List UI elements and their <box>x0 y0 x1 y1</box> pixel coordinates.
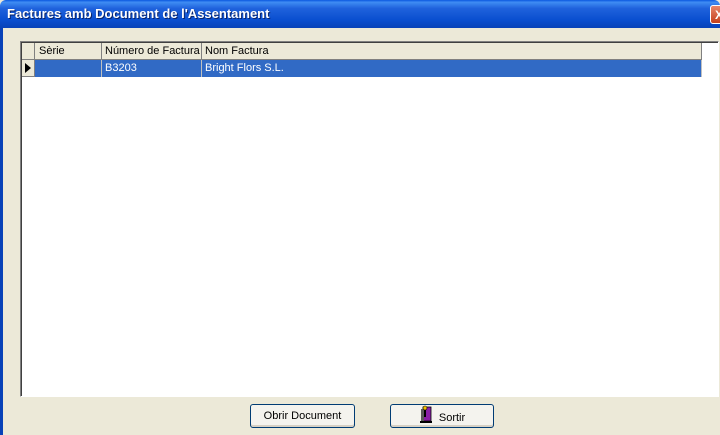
current-row-arrow-icon <box>25 63 31 73</box>
close-button[interactable]: X <box>710 5 720 24</box>
grid-body: Sèrie Número de Factura Nom Factura B320… <box>21 42 718 396</box>
open-document-button[interactable]: Obrir Document <box>250 404 355 428</box>
window-title: Factures amb Document de l'Assentament <box>7 6 270 21</box>
cell-numero-factura[interactable]: B3203 <box>102 60 202 77</box>
close-icon: X <box>715 8 720 22</box>
title-bar[interactable]: Factures amb Document de l'Assentament X <box>0 0 720 28</box>
invoice-grid[interactable]: Sèrie Número de Factura Nom Factura B320… <box>20 41 719 397</box>
exit-button[interactable]: Sortir <box>390 404 494 428</box>
invoice-dialog: Factures amb Document de l'Assentament X… <box>0 0 720 435</box>
column-header-serie[interactable]: Sèrie <box>35 43 102 60</box>
column-header-nom-factura[interactable]: Nom Factura <box>202 43 702 60</box>
cell-nom-factura[interactable]: Bright Flors S.L. <box>202 60 702 77</box>
grid-header: Sèrie Número de Factura Nom Factura <box>22 43 720 60</box>
open-document-label: Obrir Document <box>263 410 342 422</box>
window-frame-left <box>0 28 3 435</box>
table-row[interactable]: B3203 Bright Flors S.L. <box>22 60 720 77</box>
row-indicator[interactable] <box>22 60 35 77</box>
cell-serie[interactable] <box>35 60 102 77</box>
column-header-numero-factura[interactable]: Número de Factura <box>102 43 202 60</box>
door-exit-icon <box>419 405 433 431</box>
exit-label: Sortir <box>438 411 466 424</box>
header-corner <box>22 43 35 60</box>
